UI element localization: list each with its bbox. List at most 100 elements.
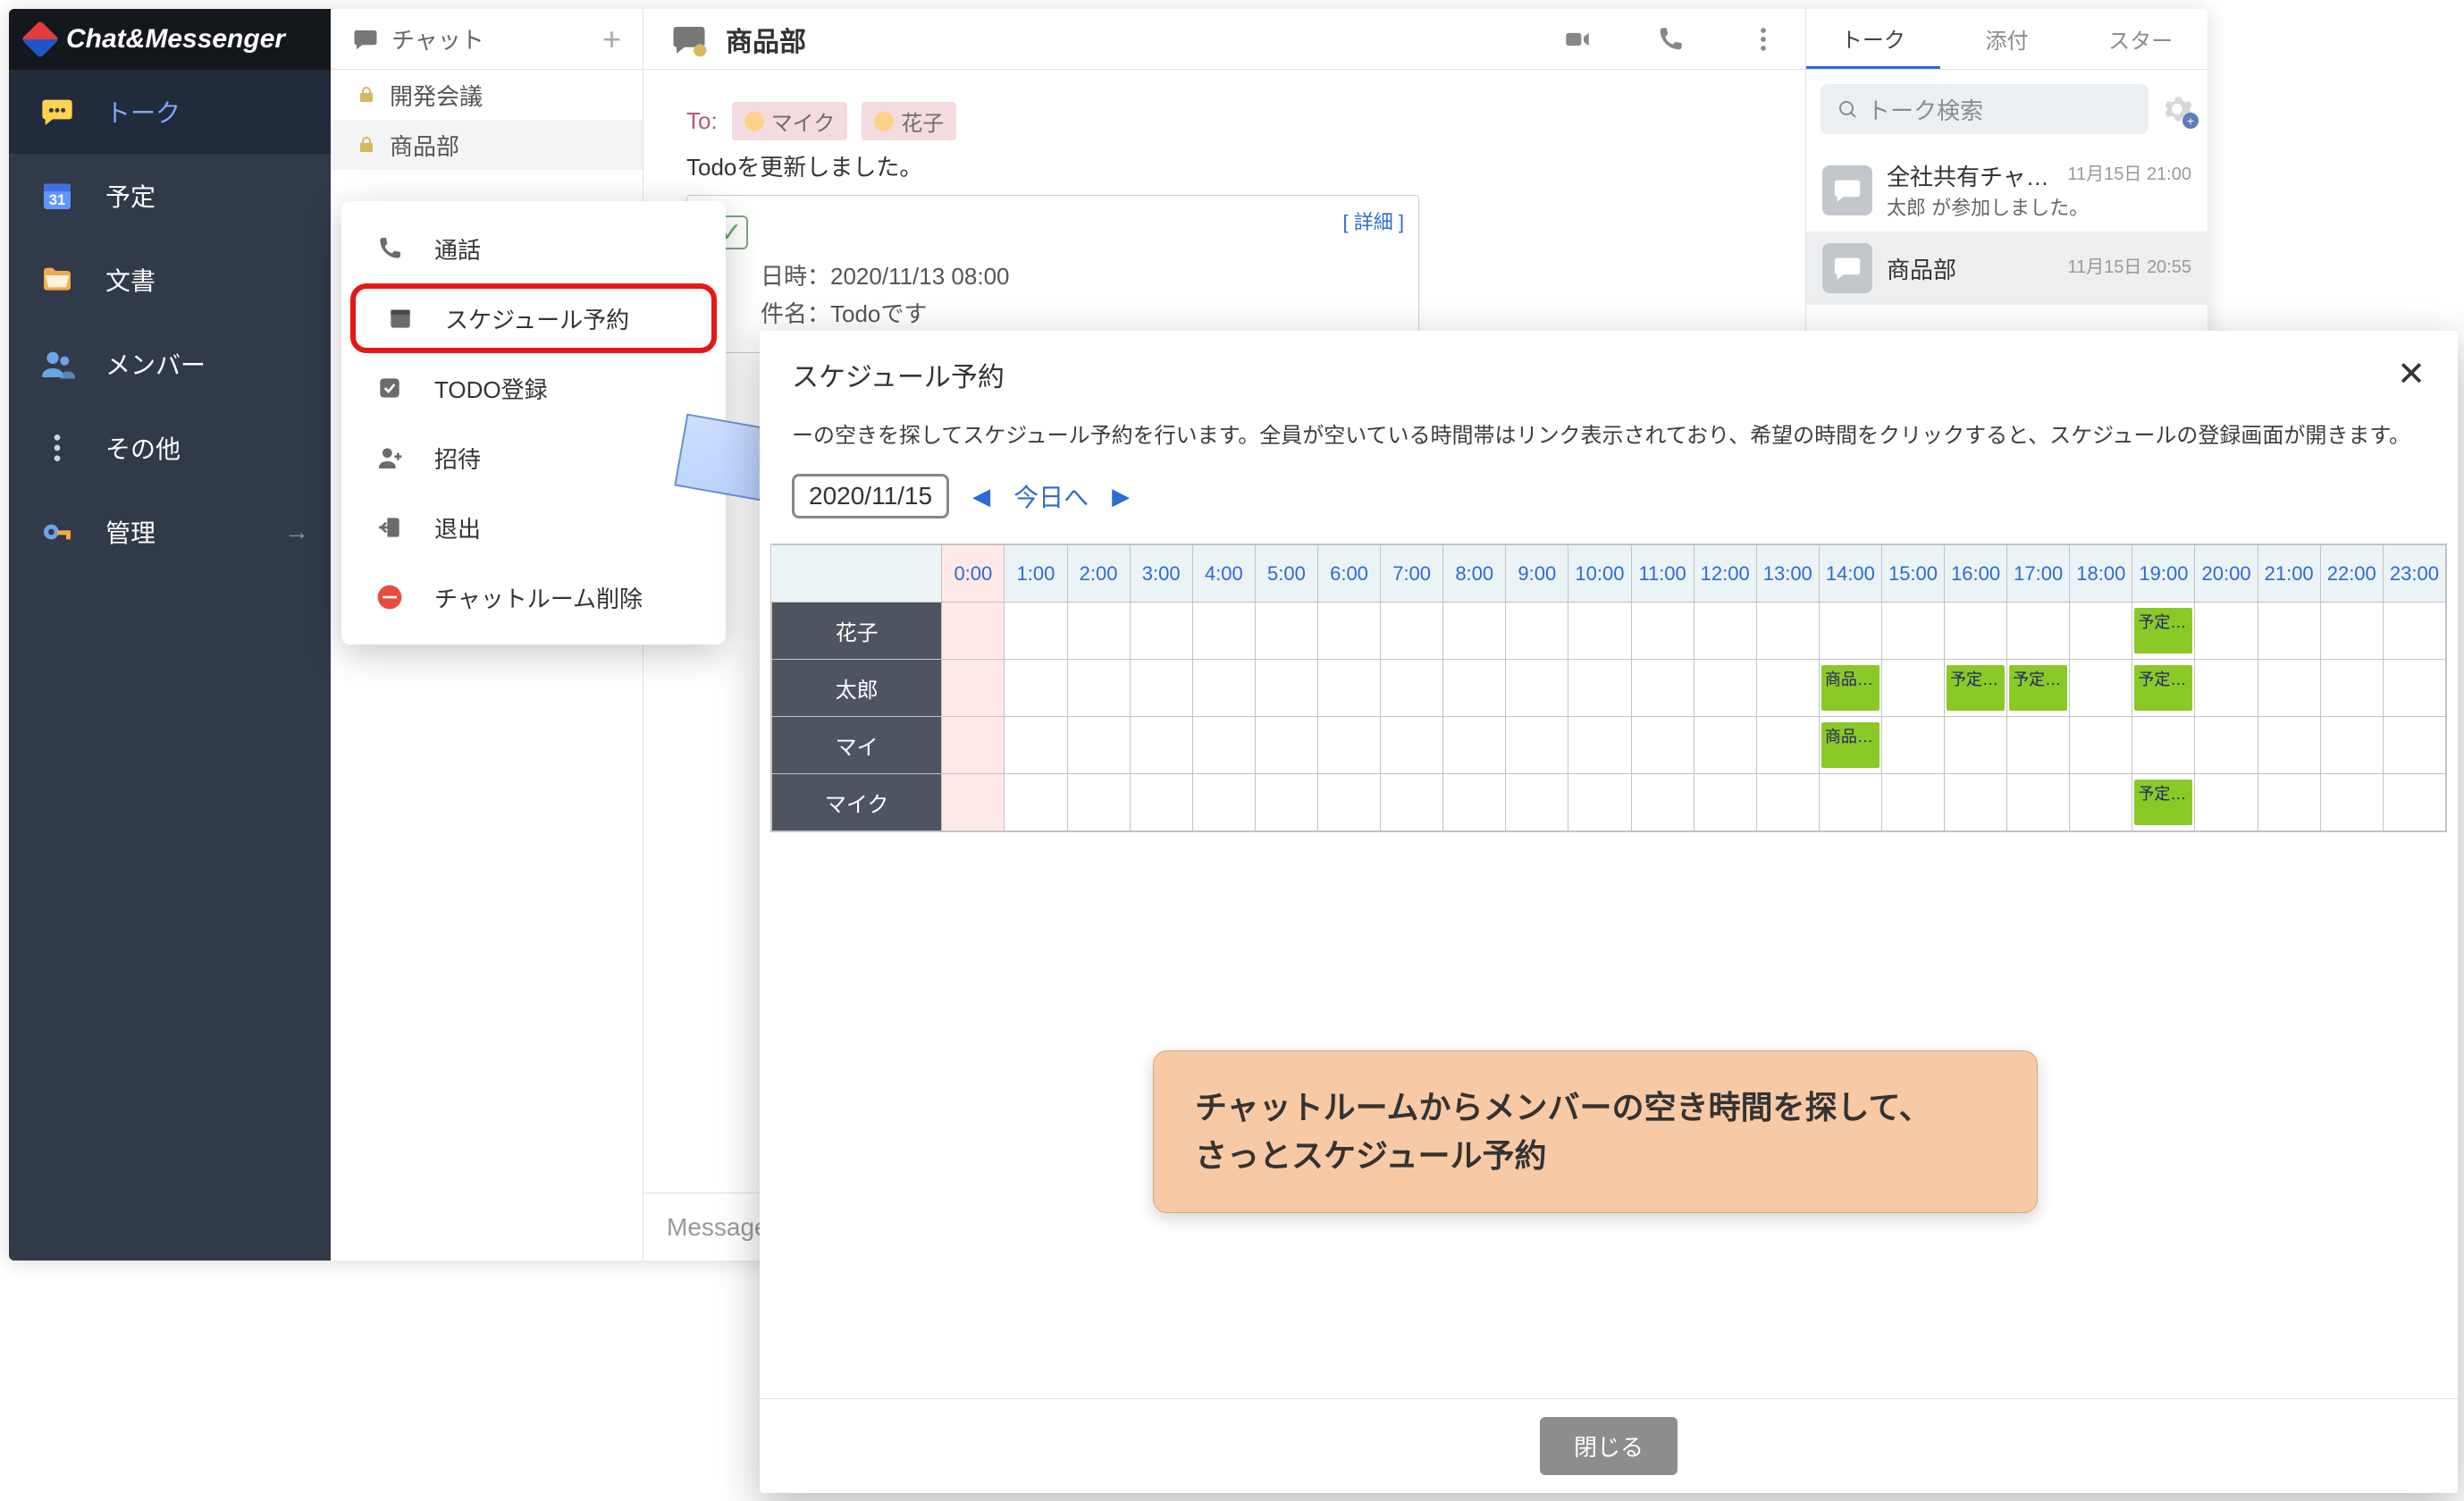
nav-item-members[interactable]: メンバー xyxy=(9,322,331,406)
time-cell[interactable] xyxy=(2070,660,2132,717)
nav-item-other[interactable]: その他 xyxy=(9,406,331,490)
time-cell[interactable] xyxy=(2320,774,2383,831)
menu-invite[interactable]: 招待 xyxy=(341,423,726,493)
time-cell[interactable] xyxy=(1443,660,1506,717)
time-cell[interactable]: 予定… xyxy=(1945,660,2007,717)
time-cell[interactable] xyxy=(2007,774,2070,831)
schedule-slot[interactable]: 予定… xyxy=(2134,665,2192,711)
hour-header[interactable]: 10:00 xyxy=(1568,545,1631,603)
time-cell[interactable] xyxy=(1192,603,1255,660)
time-cell[interactable] xyxy=(1443,774,1506,831)
time-cell[interactable] xyxy=(1130,660,1192,717)
time-cell[interactable]: 予定… xyxy=(2007,660,2070,717)
time-cell[interactable] xyxy=(1694,603,1756,660)
hour-header[interactable]: 23:00 xyxy=(2383,545,2445,603)
time-cell[interactable] xyxy=(2070,603,2132,660)
time-cell[interactable] xyxy=(1005,660,1067,717)
time-cell[interactable] xyxy=(1631,774,1694,831)
tab-attachments[interactable]: 添付 xyxy=(1940,9,2074,69)
hour-header[interactable]: 19:00 xyxy=(2132,545,2195,603)
hour-header[interactable]: 6:00 xyxy=(1317,545,1380,603)
time-cell[interactable] xyxy=(2383,603,2445,660)
hour-header[interactable]: 11:00 xyxy=(1631,545,1694,603)
hour-header[interactable]: 3:00 xyxy=(1130,545,1192,603)
time-cell[interactable] xyxy=(1506,603,1568,660)
time-cell[interactable] xyxy=(1255,660,1317,717)
hour-header[interactable]: 18:00 xyxy=(2070,545,2132,603)
schedule-slot[interactable]: 予定… xyxy=(2134,780,2192,825)
talk-thread[interactable]: 商品部 11月15日 20:55 xyxy=(1806,232,2208,305)
time-cell[interactable] xyxy=(1881,717,1944,774)
time-cell[interactable] xyxy=(942,660,1005,717)
hour-header[interactable]: 12:00 xyxy=(1694,545,1756,603)
prev-day-button[interactable]: ◀ xyxy=(969,479,994,514)
time-cell[interactable] xyxy=(2070,717,2132,774)
time-cell[interactable]: 予定… xyxy=(2132,660,2195,717)
time-cell[interactable] xyxy=(1381,660,1443,717)
time-cell[interactable] xyxy=(2383,660,2445,717)
next-day-button[interactable]: ▶ xyxy=(1108,479,1133,514)
time-cell[interactable] xyxy=(1694,717,1756,774)
schedule-slot[interactable]: 商品… xyxy=(1821,722,1880,768)
time-cell[interactable] xyxy=(1881,603,1944,660)
time-cell[interactable] xyxy=(1005,717,1067,774)
time-cell[interactable] xyxy=(2320,717,2383,774)
time-cell[interactable] xyxy=(2195,774,2258,831)
nav-item-talk[interactable]: トーク xyxy=(9,70,331,154)
time-cell[interactable] xyxy=(1255,717,1317,774)
recipient-chip[interactable]: 花子 xyxy=(862,102,956,140)
time-cell[interactable] xyxy=(1005,774,1067,831)
time-cell[interactable] xyxy=(1130,717,1192,774)
time-cell[interactable] xyxy=(1881,660,1944,717)
time-cell[interactable] xyxy=(1568,774,1631,831)
time-cell[interactable] xyxy=(1631,660,1694,717)
time-cell[interactable] xyxy=(1506,717,1568,774)
time-cell[interactable] xyxy=(1381,603,1443,660)
room-item[interactable]: 開発会議 xyxy=(331,70,643,120)
time-cell[interactable] xyxy=(1317,660,1380,717)
hour-header[interactable]: 14:00 xyxy=(1819,545,1881,603)
date-picker[interactable]: 2020/11/15 xyxy=(792,474,949,519)
time-cell[interactable] xyxy=(1945,603,2007,660)
time-cell[interactable] xyxy=(1443,603,1506,660)
close-button[interactable]: ✕ xyxy=(2397,354,2426,394)
time-cell[interactable]: 予定… xyxy=(2132,603,2195,660)
recipient-chip[interactable]: マイク xyxy=(732,102,848,140)
time-cell[interactable]: 予定… xyxy=(2132,774,2195,831)
time-cell[interactable] xyxy=(1506,774,1568,831)
time-cell[interactable] xyxy=(2195,717,2258,774)
hour-header[interactable]: 8:00 xyxy=(1443,545,1506,603)
hour-header[interactable]: 1:00 xyxy=(1005,545,1067,603)
time-cell[interactable] xyxy=(1005,603,1067,660)
hour-header[interactable]: 0:00 xyxy=(942,545,1005,603)
time-cell[interactable] xyxy=(1568,717,1631,774)
hour-header[interactable]: 17:00 xyxy=(2007,545,2070,603)
time-cell[interactable] xyxy=(1631,717,1694,774)
nav-item-documents[interactable]: 文書 xyxy=(9,238,331,322)
time-cell[interactable] xyxy=(1192,660,1255,717)
hour-header[interactable]: 15:00 xyxy=(1881,545,1944,603)
settings-button[interactable]: + xyxy=(2161,93,2193,125)
time-cell[interactable] xyxy=(1255,603,1317,660)
time-cell[interactable] xyxy=(942,717,1005,774)
time-cell[interactable] xyxy=(2320,603,2383,660)
schedule-slot[interactable]: 予定… xyxy=(2009,665,2067,711)
hour-header[interactable]: 7:00 xyxy=(1381,545,1443,603)
menu-schedule-reserve[interactable]: スケジュール予約 xyxy=(350,283,717,353)
hour-header[interactable]: 2:00 xyxy=(1067,545,1130,603)
time-cell[interactable] xyxy=(1756,660,1819,717)
time-cell[interactable] xyxy=(1694,774,1756,831)
hour-header[interactable]: 4:00 xyxy=(1192,545,1255,603)
time-cell[interactable] xyxy=(1756,717,1819,774)
time-cell[interactable] xyxy=(1317,774,1380,831)
time-cell[interactable] xyxy=(2383,717,2445,774)
time-cell[interactable] xyxy=(1317,603,1380,660)
time-cell[interactable] xyxy=(2070,774,2132,831)
dialog-close-button[interactable]: 閉じる xyxy=(1540,1417,1678,1475)
hour-header[interactable]: 9:00 xyxy=(1506,545,1568,603)
nav-item-admin[interactable]: 管理 → xyxy=(9,490,331,574)
time-cell[interactable] xyxy=(1945,717,2007,774)
tab-talk[interactable]: トーク xyxy=(1806,9,1940,69)
schedule-slot[interactable]: 予定… xyxy=(1947,665,2005,711)
time-cell[interactable] xyxy=(1130,603,1192,660)
